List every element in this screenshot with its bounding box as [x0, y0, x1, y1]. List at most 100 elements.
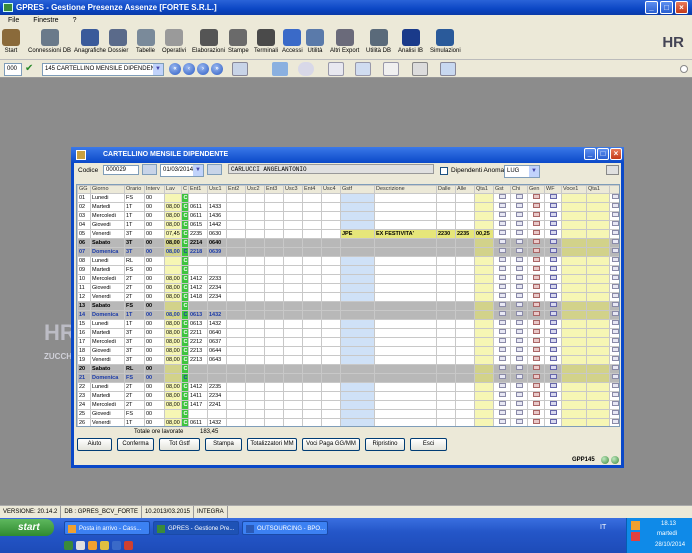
cell-action[interactable] [609, 247, 619, 257]
gen-icon[interactable] [533, 248, 540, 253]
cell-action[interactable] [493, 301, 511, 311]
chi-icon[interactable] [516, 248, 523, 253]
cell-action[interactable] [510, 193, 528, 203]
chi-icon[interactable] [516, 230, 523, 235]
tot-gstf-button[interactable]: Tot Gstf [159, 438, 200, 451]
cell-gstf[interactable] [340, 193, 375, 203]
cell-empty[interactable] [302, 283, 322, 293]
chi-icon[interactable] [516, 212, 523, 217]
cell-ent1[interactable]: 1412 [188, 382, 208, 392]
cell-qta[interactable] [474, 211, 494, 221]
cell-action[interactable] [609, 409, 619, 419]
voci-paga-button[interactable]: Voci Paga GG/MM [302, 438, 360, 451]
cell-usc1[interactable]: 0639 [207, 247, 227, 257]
calendar-icon[interactable] [355, 62, 371, 76]
table-row[interactable]: 09 Martedi FS 00 C [77, 265, 619, 275]
cell-usc1[interactable]: 0644 [207, 346, 227, 356]
cell-empty[interactable] [264, 202, 284, 212]
table-row[interactable]: 08 Lunedi RL 00 C [77, 256, 619, 266]
chi-icon[interactable] [516, 329, 523, 334]
cell-descrizione[interactable] [374, 193, 437, 203]
cell-qta[interactable] [474, 373, 494, 383]
cell-action[interactable] [527, 373, 545, 383]
cell-ent1[interactable]: 0611 [188, 418, 208, 426]
cell-empty[interactable] [245, 211, 265, 221]
cell-gstf[interactable] [340, 247, 375, 257]
anomali-checkbox[interactable] [440, 167, 448, 175]
cell-action[interactable] [493, 283, 511, 293]
cell-empty[interactable] [283, 364, 303, 374]
chi-icon[interactable] [516, 239, 523, 244]
cell-voce1[interactable] [561, 247, 587, 257]
esci-button[interactable]: Esci [410, 438, 447, 451]
gst-icon[interactable] [499, 275, 506, 280]
gen-icon[interactable] [533, 203, 540, 208]
cell-action[interactable] [527, 337, 545, 347]
dialog-maximize-button[interactable]: □ [597, 148, 609, 160]
cell-action[interactable] [527, 328, 545, 338]
cell-action[interactable] [544, 355, 562, 365]
cell-action[interactable] [493, 346, 511, 356]
cell-empty[interactable] [321, 355, 341, 365]
cell-dalle[interactable] [436, 211, 456, 221]
cell-empty[interactable] [283, 256, 303, 266]
cell-empty[interactable] [226, 400, 246, 410]
cell-empty[interactable] [283, 400, 303, 410]
cell-voce1[interactable] [561, 400, 587, 410]
cell-action[interactable] [527, 283, 545, 293]
cell-action[interactable] [510, 346, 528, 356]
chi-icon[interactable] [516, 221, 523, 226]
quicklaunch-icon-2[interactable] [76, 541, 85, 550]
cell-empty[interactable] [226, 283, 246, 293]
cell-qta[interactable] [474, 247, 494, 257]
cell-descrizione[interactable] [374, 337, 437, 347]
cell-ent1[interactable]: 2212 [188, 337, 208, 347]
cell-action[interactable] [609, 211, 619, 221]
cell-usc1[interactable]: 1433 [207, 202, 227, 212]
table-row[interactable]: 23 Martedi 2T 00 08,00 C 1411 2234 [77, 391, 619, 401]
cell-action[interactable] [544, 409, 562, 419]
cell-qta2[interactable] [586, 409, 610, 419]
cell-alle[interactable] [455, 382, 475, 392]
cell-descrizione[interactable] [374, 238, 437, 248]
cell-alle[interactable] [455, 328, 475, 338]
cell-usc1[interactable]: 2234 [207, 283, 227, 293]
gst-icon[interactable] [499, 329, 506, 334]
cell-action[interactable] [609, 382, 619, 392]
cell-empty[interactable] [283, 355, 303, 365]
gen-icon[interactable] [533, 311, 540, 316]
cell-action[interactable] [493, 373, 511, 383]
gen-icon[interactable] [533, 329, 540, 334]
minimize-button[interactable]: _ [645, 1, 658, 14]
cell-qta2[interactable] [586, 319, 610, 329]
gst-icon[interactable] [499, 338, 506, 343]
cell-empty[interactable] [283, 346, 303, 356]
cell-action[interactable] [544, 346, 562, 356]
toolbar-simulazioni-button[interactable]: Simulazioni [430, 29, 461, 54]
check-icon[interactable]: ✔ [25, 63, 37, 75]
cell-ent1[interactable]: 2211 [188, 328, 208, 338]
cell-voce1[interactable] [561, 193, 587, 203]
cell-action[interactable] [609, 400, 619, 410]
cell-action[interactable] [493, 193, 511, 203]
cell-ent1[interactable] [188, 193, 208, 203]
chi-icon[interactable] [516, 401, 523, 406]
cell-qta2[interactable] [586, 202, 610, 212]
cell-action[interactable] [527, 355, 545, 365]
cell-empty[interactable] [321, 238, 341, 248]
report-icon[interactable] [440, 62, 456, 76]
cell-empty[interactable] [264, 382, 284, 392]
notes-icon[interactable] [328, 62, 344, 76]
cell-descrizione[interactable] [374, 202, 437, 212]
cell-empty[interactable] [283, 229, 303, 239]
cell-descrizione[interactable] [374, 418, 437, 426]
cell-empty[interactable] [283, 247, 303, 257]
table-row[interactable]: 17 Mercoledi 3T 00 08,00 C 2212 0637 [77, 337, 619, 347]
wf-icon[interactable] [550, 401, 557, 406]
cell-usc1[interactable] [207, 301, 227, 311]
cell-action[interactable] [609, 337, 619, 347]
cell-ent1[interactable] [188, 256, 208, 266]
row-detail-icon[interactable] [611, 293, 619, 298]
gen-icon[interactable] [533, 293, 540, 298]
gen-icon[interactable] [533, 257, 540, 262]
